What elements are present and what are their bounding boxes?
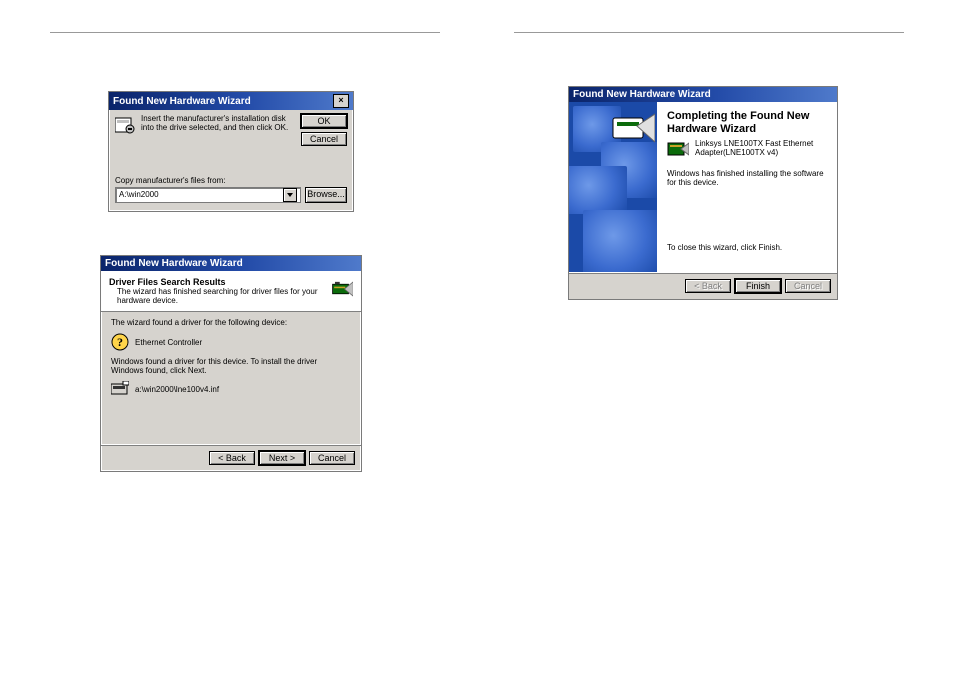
svg-text:?: ? bbox=[117, 335, 123, 349]
copy-from-label: Copy manufacturer's files from: bbox=[115, 176, 347, 185]
driver-search-results-dialog: Found New Hardware Wizard Driver Files S… bbox=[100, 255, 362, 472]
hardware-icon bbox=[331, 277, 353, 301]
cancel-button[interactable]: Cancel bbox=[301, 132, 347, 146]
header-rule-right bbox=[514, 32, 904, 33]
next-button[interactable]: Next > bbox=[259, 451, 305, 465]
install-instruction: Windows found a driver for this device. … bbox=[111, 357, 351, 375]
ok-button[interactable]: OK bbox=[301, 114, 347, 128]
closing-instruction: To close this wizard, click Finish. bbox=[667, 243, 827, 252]
wizard-side-graphic bbox=[569, 102, 657, 272]
titlebar[interactable]: Found New Hardware Wizard bbox=[101, 256, 361, 271]
chevron-down-icon[interactable] bbox=[283, 188, 297, 202]
finished-message: Windows has finished installing the soft… bbox=[667, 169, 827, 187]
cancel-button[interactable]: Cancel bbox=[309, 451, 355, 465]
titlebar[interactable]: Found New Hardware Wizard bbox=[569, 87, 837, 102]
driver-path: a:\win2000\lne100v4.inf bbox=[135, 385, 219, 394]
device-name: Linksys LNE100TX Fast Ethernet Adapter(L… bbox=[695, 139, 827, 157]
close-icon[interactable]: × bbox=[333, 94, 349, 108]
window-title: Found New Hardware Wizard bbox=[573, 89, 711, 100]
device-name: Ethernet Controller bbox=[135, 338, 202, 347]
instruction-text: Insert the manufacturer's installation d… bbox=[141, 114, 295, 146]
back-button[interactable]: < Back bbox=[209, 451, 255, 465]
disk-icon bbox=[115, 116, 135, 134]
window-title: Found New Hardware Wizard bbox=[113, 96, 251, 107]
path-value: A:\win2000 bbox=[119, 188, 159, 202]
floppy-icon bbox=[111, 381, 129, 397]
header-subtitle: The wizard has finished searching for dr… bbox=[117, 287, 325, 305]
completing-heading: Completing the Found New Hardware Wizard bbox=[667, 110, 827, 135]
network-card-icon bbox=[667, 139, 689, 159]
found-new-hardware-copy-files-dialog: Found New Hardware Wizard × Insert the m… bbox=[108, 91, 354, 212]
found-driver-text: The wizard found a driver for the follow… bbox=[111, 318, 351, 327]
window-title: Found New Hardware Wizard bbox=[105, 258, 243, 269]
hardware-side-icon bbox=[611, 108, 655, 148]
cancel-button: Cancel bbox=[785, 279, 831, 293]
titlebar[interactable]: Found New Hardware Wizard × bbox=[109, 92, 353, 110]
header-rule-left bbox=[50, 32, 440, 33]
browse-button[interactable]: Browse... bbox=[305, 187, 347, 203]
header-title: Driver Files Search Results bbox=[109, 277, 325, 287]
completing-wizard-dialog: Found New Hardware Wizard Completing the… bbox=[568, 86, 838, 300]
finish-button[interactable]: Finish bbox=[735, 279, 781, 293]
path-combo[interactable]: A:\win2000 bbox=[115, 187, 301, 203]
question-icon: ? bbox=[111, 333, 129, 351]
back-button: < Back bbox=[685, 279, 731, 293]
